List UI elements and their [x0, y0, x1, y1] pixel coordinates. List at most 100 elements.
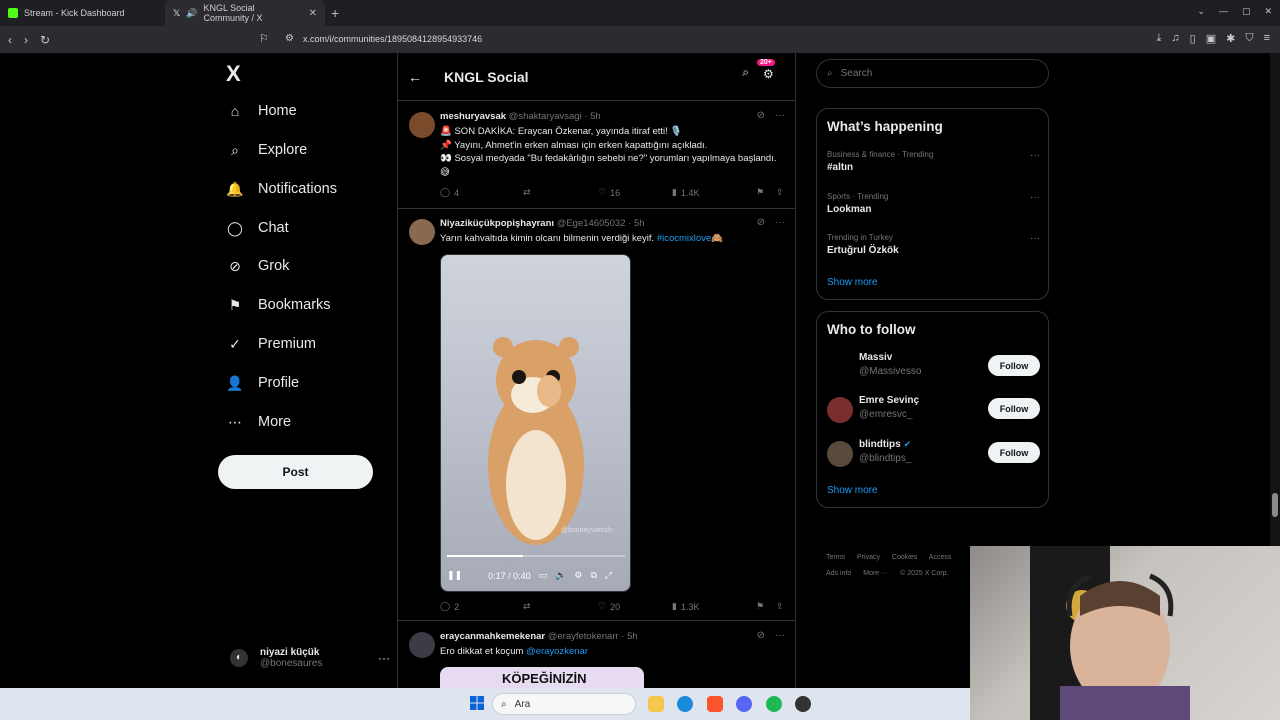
more-options-icon[interactable]: ···	[378, 651, 390, 665]
page-scrollbar[interactable]	[1270, 53, 1280, 546]
grok-icon[interactable]: ⊘	[757, 110, 765, 121]
footer-link[interactable]: Ads info	[826, 570, 851, 577]
mention-link[interactable]: @erayozkenar	[526, 646, 588, 657]
search-input[interactable]: ⌕ Search	[816, 59, 1049, 88]
wallet-icon[interactable]: ▣	[1206, 32, 1216, 45]
grok-icon[interactable]: ⊘	[757, 217, 765, 228]
shield-icon[interactable]: ⛉	[1245, 32, 1253, 45]
follow-suggestion[interactable]: Massiv @Massivesso Follow	[827, 352, 1040, 382]
download-icon[interactable]: ⤓	[1157, 32, 1162, 45]
like-button[interactable]: ♡ 20	[598, 601, 672, 612]
follow-button[interactable]: Follow	[988, 442, 1040, 463]
author-name[interactable]: Niyaziküçükpopişhayranı	[440, 218, 554, 229]
timestamp[interactable]: · 5h	[628, 218, 644, 229]
pause-icon[interactable]: ❚❚	[447, 570, 462, 581]
nav-grok[interactable]: ⊘ Grok	[226, 254, 289, 278]
close-window-button[interactable]: ✕	[1264, 6, 1272, 17]
like-button[interactable]: ♡ 16	[598, 187, 672, 198]
trend-item[interactable]: Trending in Turkey Ertuğrul Özkök ···	[827, 233, 1040, 256]
more-options-icon[interactable]: ···	[1030, 233, 1040, 244]
community-settings-button[interactable]: ⚙ 20+	[757, 59, 781, 83]
footer-link[interactable]: Cookies	[892, 554, 917, 561]
captions-icon[interactable]: ▭	[539, 570, 548, 581]
tab-kick-dashboard[interactable]: Stream - Kick Dashboard	[0, 0, 165, 26]
new-tab-button[interactable]: +	[331, 5, 339, 21]
follow-suggestion[interactable]: Emre Sevinç @emresvc_ Follow	[827, 395, 1040, 425]
minimize-button[interactable]: —	[1219, 6, 1228, 17]
tab-x-community[interactable]: 𝕏 🔊 KNGL Social Community / X ✕	[165, 0, 325, 26]
footer-link[interactable]: Privacy	[857, 554, 880, 561]
nav-more[interactable]: ⋯ More	[226, 410, 291, 434]
account-switcher[interactable]: ◐ niyazi küçük @bonesaures ···	[230, 641, 390, 675]
author-handle[interactable]: @Ege14605032	[557, 218, 626, 229]
views-button[interactable]: ▮ 1.4K	[672, 187, 756, 198]
nav-bookmarks[interactable]: ⚑ Bookmarks	[226, 293, 331, 317]
nav-home[interactable]: ⌂ Home	[226, 99, 297, 123]
reload-icon[interactable]: ↻	[40, 33, 50, 47]
sidebar-icon[interactable]: ▯	[1190, 32, 1196, 45]
avatar[interactable]	[409, 112, 435, 138]
show-more-link[interactable]: Show more	[827, 485, 878, 496]
tweet[interactable]: meshuryavsak @shaktaryavsagi · 5h ⊘ ··· …	[398, 102, 795, 209]
tweet[interactable]: Niyaziküçükpopişhayranı @Ege14605032 · 5…	[398, 209, 795, 621]
post-button[interactable]: Post	[218, 455, 373, 489]
footer-link[interactable]: Access	[929, 554, 952, 561]
brave-icon[interactable]	[707, 696, 723, 712]
tweet[interactable]: eraycanmahkemekenar @erayfetokenarr · 5h…	[398, 622, 795, 693]
footer-link[interactable]: Terms	[826, 554, 845, 561]
author-handle[interactable]: @shaktaryavsagi	[509, 111, 582, 122]
nav-premium[interactable]: ✓ Premium	[226, 332, 316, 356]
volume-icon[interactable]: 🔈	[555, 570, 566, 581]
nav-explore[interactable]: ⌕ Explore	[226, 138, 307, 162]
author-name[interactable]: meshuryavsak	[440, 111, 506, 122]
more-options-icon[interactable]: ···	[775, 630, 785, 641]
follow-suggestion[interactable]: blindtips ✔ @blindtips_ Follow	[827, 439, 1040, 469]
timestamp[interactable]: · 5h	[584, 111, 600, 122]
nav-profile[interactable]: 👤 Profile	[226, 371, 299, 395]
scrollbar-thumb[interactable]	[1272, 493, 1278, 517]
grok-icon[interactable]: ⊘	[757, 630, 765, 641]
more-options-icon[interactable]: ···	[775, 110, 785, 121]
video-progress-bar[interactable]	[447, 555, 625, 557]
back-arrow-icon[interactable]: ←	[408, 69, 422, 85]
taskbar-search[interactable]: ⌕ Ara	[492, 693, 636, 715]
extensions-icon[interactable]: ✱	[1226, 32, 1235, 45]
site-info-icon[interactable]: ⚙	[285, 33, 294, 44]
forward-icon[interactable]: ›	[24, 33, 28, 47]
retweet-button[interactable]: ⇄	[523, 601, 598, 612]
chevron-down-icon[interactable]: ⌄	[1197, 6, 1205, 17]
share-button[interactable]: ⇪	[776, 601, 784, 612]
settings-icon[interactable]: ⚙	[574, 570, 582, 581]
nav-chat[interactable]: ◯ Chat	[226, 216, 288, 240]
obs-icon[interactable]	[795, 696, 811, 712]
hashtag-link[interactable]: #icocmixlove🙈	[657, 233, 723, 244]
discord-icon[interactable]	[736, 696, 752, 712]
windows-start-icon[interactable]	[470, 696, 484, 710]
footer-link[interactable]: More ···	[863, 570, 888, 577]
retweet-button[interactable]: ⇄	[523, 187, 598, 198]
share-button[interactable]: ⇪	[776, 187, 784, 198]
trend-item[interactable]: Sports · Trending Lookman ···	[827, 192, 1040, 215]
follow-button[interactable]: Follow	[988, 398, 1040, 419]
avatar[interactable]	[409, 219, 435, 245]
fullscreen-icon[interactable]: ⤢	[605, 570, 612, 581]
bookmark-button[interactable]: ⚑	[756, 601, 776, 612]
reply-button[interactable]: ◯ 4	[440, 187, 523, 198]
edge-icon[interactable]	[677, 696, 693, 712]
views-button[interactable]: ▮ 1.3K	[672, 601, 756, 612]
avatar[interactable]	[409, 632, 435, 658]
reply-button[interactable]: ◯ 2	[440, 601, 523, 612]
video-player[interactable]: @boundyvarnch ❚❚ 0:17 / 0:40 ▭ 🔈 ⚙ ⧉ ⤢	[440, 254, 631, 592]
show-more-link[interactable]: Show more	[827, 277, 878, 288]
more-options-icon[interactable]: ···	[1030, 192, 1040, 203]
search-icon[interactable]: ⌕	[742, 65, 749, 80]
close-tab-icon[interactable]: ✕	[309, 8, 317, 19]
author-name[interactable]: eraycanmahkemekenar	[440, 631, 545, 642]
follow-button[interactable]: Follow	[988, 355, 1040, 376]
maximize-button[interactable]: ▢	[1242, 6, 1251, 17]
pip-icon[interactable]: ⧉	[590, 570, 596, 581]
more-options-icon[interactable]: ···	[1030, 150, 1040, 161]
back-icon[interactable]: ‹	[8, 33, 12, 47]
music-icon[interactable]: ♫	[1171, 32, 1179, 45]
x-logo-icon[interactable]: X	[226, 61, 241, 87]
